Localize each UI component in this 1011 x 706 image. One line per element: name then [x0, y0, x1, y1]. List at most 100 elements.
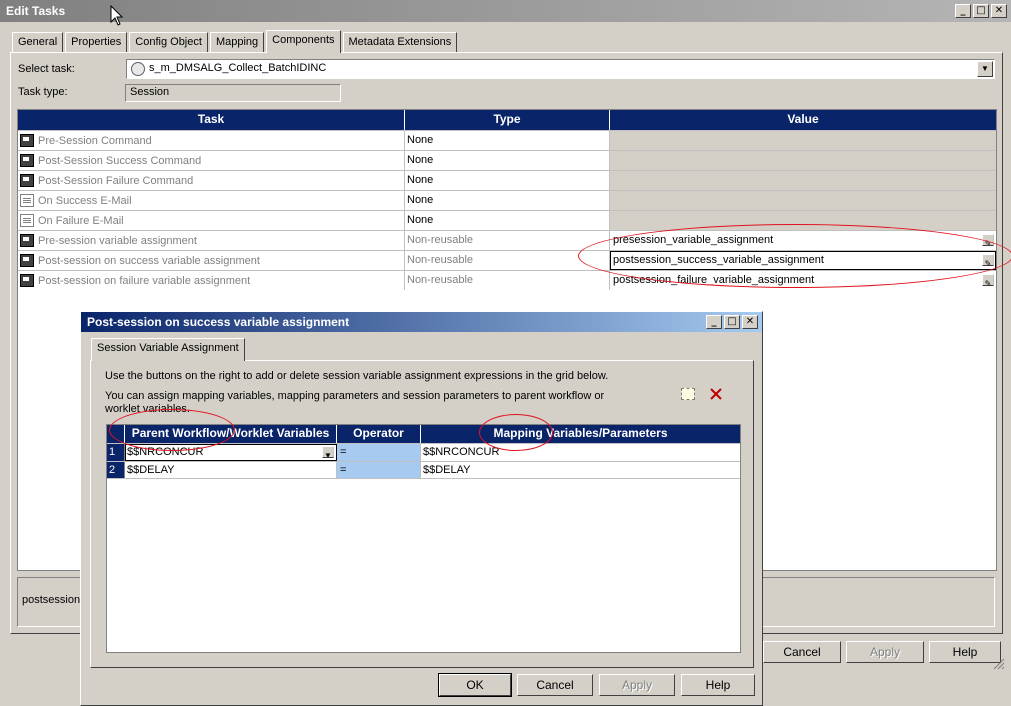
- email-icon: [20, 214, 34, 227]
- table-row[interactable]: 1 $$NRCONCUR ▼ = $$NRCONCUR: [107, 443, 740, 461]
- command-icon: [20, 134, 34, 147]
- task-type[interactable]: None: [405, 151, 610, 170]
- dialog-title-bar[interactable]: Post-session on success variable assignm…: [81, 312, 762, 332]
- help-button[interactable]: Help: [681, 674, 755, 696]
- row-number-header: [107, 425, 125, 443]
- tab-components[interactable]: Components: [266, 30, 341, 53]
- edit-icon[interactable]: ✎: [982, 254, 994, 266]
- instruction-text: Use the buttons on the right to add or d…: [105, 370, 609, 382]
- parent-variable-value: $$NRCONCUR: [127, 446, 204, 458]
- task-name: Post-Session Success Command: [38, 154, 202, 167]
- table-row[interactable]: Post-Session Failure Command None: [18, 170, 996, 190]
- task-type[interactable]: Non-reusable: [405, 251, 610, 270]
- table-row[interactable]: On Failure E-Mail None: [18, 210, 996, 230]
- tab-properties[interactable]: Properties: [65, 32, 128, 52]
- table-row[interactable]: Post-session on success variable assignm…: [18, 250, 996, 270]
- task-name: Post-session on failure variable assignm…: [38, 274, 251, 287]
- session-icon: [131, 62, 145, 76]
- task-name: On Success E-Mail: [38, 194, 132, 207]
- apply-button[interactable]: Apply: [846, 641, 924, 663]
- window-title-bar[interactable]: Edit Tasks _ □ ✕: [0, 0, 1011, 22]
- tab-mapping[interactable]: Mapping: [209, 32, 265, 52]
- task-type[interactable]: None: [405, 211, 610, 230]
- command-icon: [20, 274, 34, 287]
- task-value[interactable]: postsession_success_variable_assignment …: [610, 251, 996, 270]
- task-type[interactable]: Non-reusable: [405, 231, 610, 250]
- task-name: Pre-session variable assignment: [38, 234, 197, 247]
- table-row[interactable]: Post-session on failure variable assignm…: [18, 270, 996, 290]
- dropdown-icon[interactable]: ▼: [322, 446, 334, 458]
- column-header-mapping-variables[interactable]: Mapping Variables/Parameters: [421, 425, 740, 443]
- table-row[interactable]: On Success E-Mail None: [18, 190, 996, 210]
- task-type[interactable]: Non-reusable: [405, 271, 610, 290]
- ok-button[interactable]: OK: [438, 673, 512, 697]
- table-row[interactable]: 2 $$DELAY = $$DELAY: [107, 461, 740, 479]
- column-header-parent-variables[interactable]: Parent Workflow/Worklet Variables: [125, 425, 337, 443]
- main-tabs: General Properties Config Object Mapping…: [12, 30, 459, 53]
- column-header-value[interactable]: Value: [610, 110, 996, 130]
- select-task-dropdown[interactable]: s_m_DMSALG_Collect_BatchIDINC ▼: [126, 59, 995, 79]
- variable-assignment-dialog: Post-session on success variable assignm…: [80, 311, 763, 706]
- mapping-variable-cell[interactable]: $$NRCONCUR: [421, 444, 740, 461]
- chevron-down-icon[interactable]: ▼: [977, 61, 993, 77]
- minimize-icon[interactable]: _: [706, 315, 722, 329]
- mapping-variable-cell[interactable]: $$DELAY: [421, 462, 740, 478]
- task-value[interactable]: presession_variable_assignment ✎: [610, 231, 996, 250]
- column-header-type[interactable]: Type: [405, 110, 610, 130]
- email-icon: [20, 194, 34, 207]
- task-name: Post-session on success variable assignm…: [38, 254, 260, 267]
- operator-cell[interactable]: =: [337, 462, 421, 478]
- operator-cell[interactable]: =: [337, 444, 421, 461]
- task-value: [610, 171, 996, 190]
- task-value: [610, 211, 996, 230]
- description-text: postsession_: [22, 594, 87, 606]
- minimize-icon[interactable]: _: [955, 4, 971, 18]
- close-icon[interactable]: ✕: [991, 4, 1007, 18]
- command-icon: [20, 234, 34, 247]
- table-row[interactable]: Pre-session variable assignment Non-reus…: [18, 230, 996, 250]
- column-header-operator[interactable]: Operator: [337, 425, 421, 443]
- tab-metadata-extensions[interactable]: Metadata Extensions: [342, 32, 458, 52]
- task-type[interactable]: None: [405, 171, 610, 190]
- instruction-text-2: You can assign mapping variables, mappin…: [105, 390, 605, 415]
- help-button[interactable]: Help: [929, 641, 1001, 663]
- parent-variable-cell[interactable]: $$NRCONCUR ▼: [125, 444, 337, 461]
- task-value[interactable]: postsession_failure_variable_assignment …: [610, 271, 996, 290]
- task-type[interactable]: None: [405, 191, 610, 210]
- task-value-text: postsession_success_variable_assignment: [613, 254, 824, 266]
- maximize-icon[interactable]: □: [724, 315, 740, 329]
- task-value: [610, 151, 996, 170]
- task-value-text: postsession_failure_variable_assignment: [613, 274, 815, 286]
- grid-header: Task Type Value: [18, 110, 996, 130]
- grid-header: Parent Workflow/Worklet Variables Operat…: [107, 425, 740, 443]
- add-row-icon[interactable]: [681, 388, 695, 400]
- cancel-button[interactable]: Cancel: [517, 674, 593, 696]
- cancel-button[interactable]: Cancel: [763, 641, 841, 663]
- task-value: [610, 191, 996, 210]
- command-icon: [20, 174, 34, 187]
- edit-icon[interactable]: ✎: [982, 274, 994, 286]
- table-row[interactable]: Pre-Session Command None: [18, 130, 996, 150]
- maximize-icon[interactable]: □: [973, 4, 989, 18]
- dialog-title: Post-session on success variable assignm…: [87, 315, 350, 329]
- task-type[interactable]: None: [405, 131, 610, 150]
- apply-button[interactable]: Apply: [599, 674, 675, 696]
- task-type-label: Task type:: [18, 86, 68, 98]
- column-header-task[interactable]: Task: [18, 110, 405, 130]
- row-number: 1: [107, 444, 125, 461]
- command-icon: [20, 154, 34, 167]
- tab-session-variable-assignment[interactable]: Session Variable Assignment: [91, 338, 245, 361]
- table-row[interactable]: Post-Session Success Command None: [18, 150, 996, 170]
- resize-grip-icon[interactable]: [993, 658, 1005, 670]
- task-name: Post-Session Failure Command: [38, 174, 194, 187]
- edit-icon[interactable]: ✎: [982, 234, 994, 246]
- close-icon[interactable]: ✕: [742, 315, 758, 329]
- delete-row-icon[interactable]: [709, 387, 723, 401]
- dialog-tabs: Session Variable Assignment: [91, 338, 247, 361]
- select-task-value: s_m_DMSALG_Collect_BatchIDINC: [149, 62, 327, 74]
- tab-config-object[interactable]: Config Object: [129, 32, 208, 52]
- tab-general[interactable]: General: [12, 32, 64, 52]
- parent-variable-cell[interactable]: $$DELAY: [125, 462, 337, 478]
- assignment-grid: Parent Workflow/Worklet Variables Operat…: [106, 424, 741, 653]
- row-number: 2: [107, 462, 125, 478]
